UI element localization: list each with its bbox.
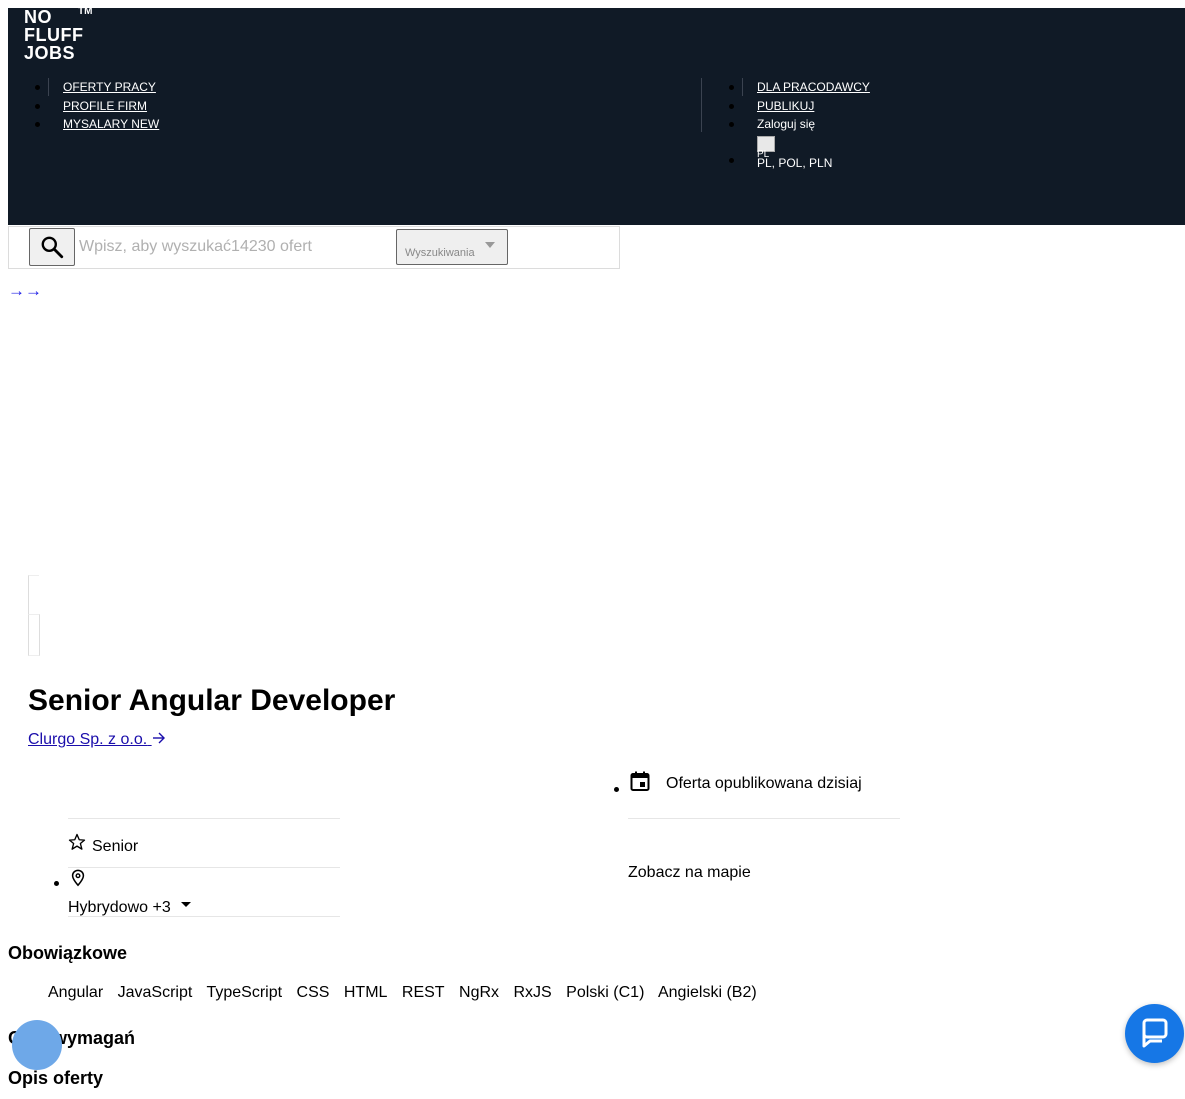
chat-button[interactable] <box>1125 1004 1184 1063</box>
arrow-links[interactable]: →→ <box>8 281 42 301</box>
skill-tag: Polski (C1) <box>566 984 645 1001</box>
calendar-icon <box>630 771 650 791</box>
location-dropdown[interactable]: Hybrydowo +3 <box>68 899 171 917</box>
location-pin-icon <box>71 869 85 887</box>
search-button[interactable] <box>29 228 75 266</box>
nav-divider <box>48 78 49 96</box>
search-type-select[interactable]: Wyszukiwania <box>396 229 508 265</box>
site-header: NO FLUFF JOBS TM OFERTY PRACY PROFILE FI… <box>8 6 1185 225</box>
logo-line: FLUFF <box>24 25 84 45</box>
nav-link-offers[interactable]: OFERTY PRACY <box>63 80 156 94</box>
nav-item-employers: DLA PRACODAWCY <box>729 80 870 99</box>
company-name: Clurgo Sp. z o.o. <box>28 731 148 748</box>
nav-link-publish[interactable]: PUBLIKUJ <box>757 99 814 113</box>
placeholder-box <box>28 575 39 615</box>
login-button[interactable]: Zaloguj się <box>757 117 815 131</box>
feedback-button[interactable] <box>12 1020 62 1070</box>
nav-divider <box>701 78 702 132</box>
search-bar: Wyszukiwania <box>8 226 620 269</box>
nav-item-publish: PUBLIKUJ <box>729 99 870 118</box>
search-icon <box>41 236 64 259</box>
skill-tag: Angular <box>48 984 104 1001</box>
search-type-label: Wyszukiwania <box>405 247 475 259</box>
seniority-label: Senior <box>92 838 139 855</box>
chat-icon <box>1142 1018 1168 1048</box>
skill-tag: CSS <box>296 984 330 1001</box>
placeholder-box <box>28 614 40 656</box>
logo[interactable]: NO FLUFF JOBS <box>24 8 83 62</box>
offer-description-heading: Opis oferty <box>8 1068 104 1088</box>
skill-tag: NgRx <box>459 984 500 1001</box>
required-skills-heading: Obowiązkowe <box>8 943 128 963</box>
divider <box>68 867 340 868</box>
nav-link-company-profiles[interactable]: PROFILE FIRM <box>63 99 147 113</box>
list-bullet <box>614 787 619 792</box>
skill-tag: Angielski (B2) <box>657 984 757 1001</box>
star-icon <box>68 833 86 850</box>
company-link[interactable]: Clurgo Sp. z o.o. <box>28 731 166 749</box>
divider <box>68 818 340 819</box>
map-link[interactable]: Zobacz na mapie <box>628 864 751 882</box>
nav-item-company-profiles: PROFILE FIRM <box>35 99 159 118</box>
nav-divider <box>742 78 743 96</box>
nav-item-offers: OFERTY PRACY <box>35 80 159 99</box>
published-date: Oferta opublikowana dzisiaj <box>666 775 862 792</box>
search-input[interactable] <box>77 237 391 257</box>
skill-tag: JavaScript <box>117 984 193 1001</box>
skill-tag: HTML <box>343 984 388 1001</box>
nav-item-login: Zaloguj się <box>729 117 870 136</box>
account-nav: DLA PRACODAWCY PUBLIKUJ Zaloguj się PL P… <box>729 80 870 170</box>
logo-trademark: TM <box>78 6 93 17</box>
chevron-down-icon <box>485 242 495 248</box>
nav-link-employers[interactable]: DLA PRACODAWCY <box>757 80 870 94</box>
list-bullet <box>54 881 59 886</box>
nav-item-mysalary: MYSALARY NEW <box>35 117 159 136</box>
skills-list: Angular JavaScript TypeScript CSS HTML R… <box>48 984 767 1002</box>
skill-tag: REST <box>401 984 445 1001</box>
nav-link-mysalary[interactable]: MYSALARY NEW <box>63 117 159 131</box>
main-nav: OFERTY PRACY PROFILE FIRM MYSALARY NEW <box>35 80 159 136</box>
locale-selector[interactable]: PL, POL, PLN <box>757 156 832 170</box>
arrow-right-icon <box>152 732 165 744</box>
skill-tag: TypeScript <box>206 984 283 1001</box>
divider <box>628 818 900 819</box>
caret-down-icon <box>181 902 191 907</box>
logo-line: NO <box>24 7 52 27</box>
skill-tag: RxJS <box>513 984 552 1001</box>
logo-line: JOBS <box>24 43 76 63</box>
nav-item-locale: PL PL, POL, PLN <box>729 135 870 170</box>
divider <box>68 916 340 917</box>
job-title: Senior Angular Developer <box>28 684 396 717</box>
